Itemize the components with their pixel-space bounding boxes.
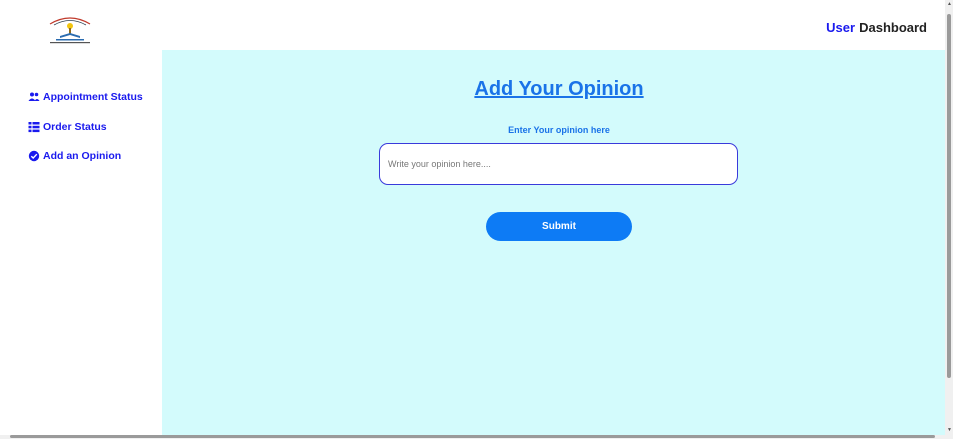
header: User Dashboard	[0, 0, 945, 50]
users-icon	[28, 91, 40, 103]
sidebar-item-label: Appointment Status	[43, 91, 143, 103]
horizontal-scrollbar-thumb[interactable]	[10, 435, 935, 438]
opinion-field-label: Enter Your opinion here	[508, 125, 610, 135]
sidebar-item-add-an-opinion[interactable]: Add an Opinion	[28, 150, 121, 162]
scroll-down-arrow-icon[interactable]: ▼	[947, 428, 952, 433]
list-icon	[28, 121, 40, 133]
sidebar: Appointment Status Order Status Add an O…	[0, 50, 162, 435]
sidebar-item-appointment-status[interactable]: Appointment Status	[28, 91, 143, 103]
horizontal-scrollbar[interactable]	[0, 435, 945, 439]
institution-logo[interactable]	[28, 10, 112, 46]
header-title: User Dashboard	[826, 20, 927, 35]
scroll-up-arrow-icon[interactable]: ▲	[947, 2, 952, 7]
header-dashboard-label: Dashboard	[859, 20, 927, 35]
header-user-label: User	[826, 20, 856, 35]
submit-button[interactable]: Submit	[486, 212, 632, 241]
vertical-scrollbar[interactable]: ▲ ▼	[945, 0, 953, 439]
sidebar-item-label: Order Status	[43, 121, 107, 133]
opinion-input[interactable]	[379, 143, 738, 185]
check-circle-icon	[28, 150, 40, 162]
sidebar-item-label: Add an Opinion	[43, 150, 122, 162]
page-title: Add Your Opinion	[474, 78, 644, 100]
opinion-panel: Add Your Opinion Enter Your opinion here…	[162, 50, 945, 435]
vertical-scrollbar-thumb[interactable]	[947, 14, 951, 378]
sidebar-item-order-status[interactable]: Order Status	[28, 121, 107, 133]
